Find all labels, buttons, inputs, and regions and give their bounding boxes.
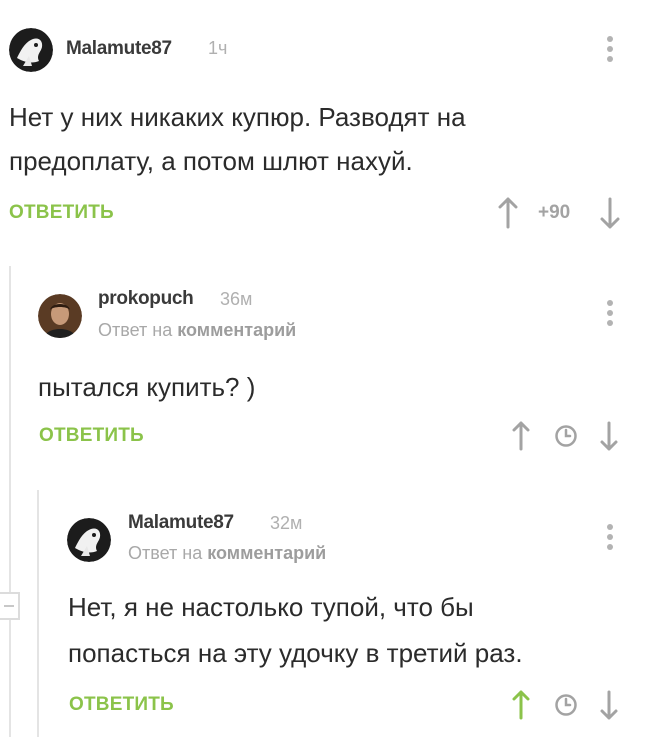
more-vert-icon[interactable] xyxy=(605,524,615,554)
clock-icon xyxy=(555,425,577,447)
avatar[interactable] xyxy=(38,294,82,338)
collapse-thread-button[interactable] xyxy=(0,592,20,620)
arrow-down-icon xyxy=(600,690,618,720)
comment-text-line: попасться на эту удочку в третий раз. xyxy=(68,638,523,668)
more-vert-icon[interactable] xyxy=(605,36,615,66)
reply-button[interactable]: ОТВЕТИТЬ xyxy=(69,694,174,716)
comment-time: 1ч xyxy=(208,38,228,58)
comment-text-line: предоплату, а потом шлют нахуй. xyxy=(9,146,413,176)
arrow-up-icon xyxy=(498,197,518,229)
reply-to-link[interactable]: комментарий xyxy=(177,320,296,340)
comment-time: 36м xyxy=(220,289,253,309)
author-name[interactable]: Malamute87 xyxy=(128,512,234,534)
comment-time: 32м xyxy=(270,513,303,533)
clock-icon xyxy=(555,694,577,716)
arrow-down-icon xyxy=(600,197,620,229)
upvote-button[interactable] xyxy=(496,196,520,235)
more-vert-icon[interactable] xyxy=(605,300,615,330)
downvote-button[interactable] xyxy=(598,689,620,726)
thread-line-level-1 xyxy=(9,266,11,737)
avatar[interactable] xyxy=(67,518,111,562)
comment-reply: Malamute87 32м Ответ на комментарий Нет,… xyxy=(60,494,650,737)
reply-to-link[interactable]: комментарий xyxy=(207,543,326,563)
hidden-rating-button[interactable] xyxy=(554,693,578,722)
upvote-button[interactable] xyxy=(510,689,532,726)
avatar[interactable] xyxy=(9,28,53,72)
comment-text-line: Нет, я не настолько тупой, что бы xyxy=(68,592,474,622)
avatar-image xyxy=(67,518,111,562)
reply-to: Ответ на комментарий xyxy=(128,543,326,564)
arrow-up-icon xyxy=(512,421,530,451)
comment-reply: prokopuch 36м Ответ на комментарий пытал… xyxy=(30,270,650,470)
author-name[interactable]: prokopuch xyxy=(98,288,194,310)
reply-button[interactable]: ОТВЕТИТЬ xyxy=(9,202,114,224)
reply-to-prefix: Ответ на xyxy=(128,543,203,563)
rating-score: +90 xyxy=(538,202,571,223)
hidden-rating-button[interactable] xyxy=(554,424,578,453)
author-name[interactable]: Malamute87 xyxy=(66,38,172,60)
upvote-button[interactable] xyxy=(510,420,532,457)
reply-button[interactable]: ОТВЕТИТЬ xyxy=(39,425,144,447)
avatar-image xyxy=(38,294,82,338)
comment: Malamute87 1ч Нет у них никаких купюр. Р… xyxy=(0,0,650,250)
downvote-button[interactable] xyxy=(598,196,622,235)
reply-to-prefix: Ответ на xyxy=(98,320,173,340)
reply-to: Ответ на комментарий xyxy=(98,320,296,341)
thread-line-level-2 xyxy=(37,490,39,737)
avatar-image xyxy=(9,28,53,72)
arrow-up-icon xyxy=(512,690,530,720)
arrow-down-icon xyxy=(600,421,618,451)
comment-text-line: пытался купить? ) xyxy=(38,372,256,402)
comment-text-line: Нет у них никаких купюр. Разводят на xyxy=(9,102,466,132)
downvote-button[interactable] xyxy=(598,420,620,457)
